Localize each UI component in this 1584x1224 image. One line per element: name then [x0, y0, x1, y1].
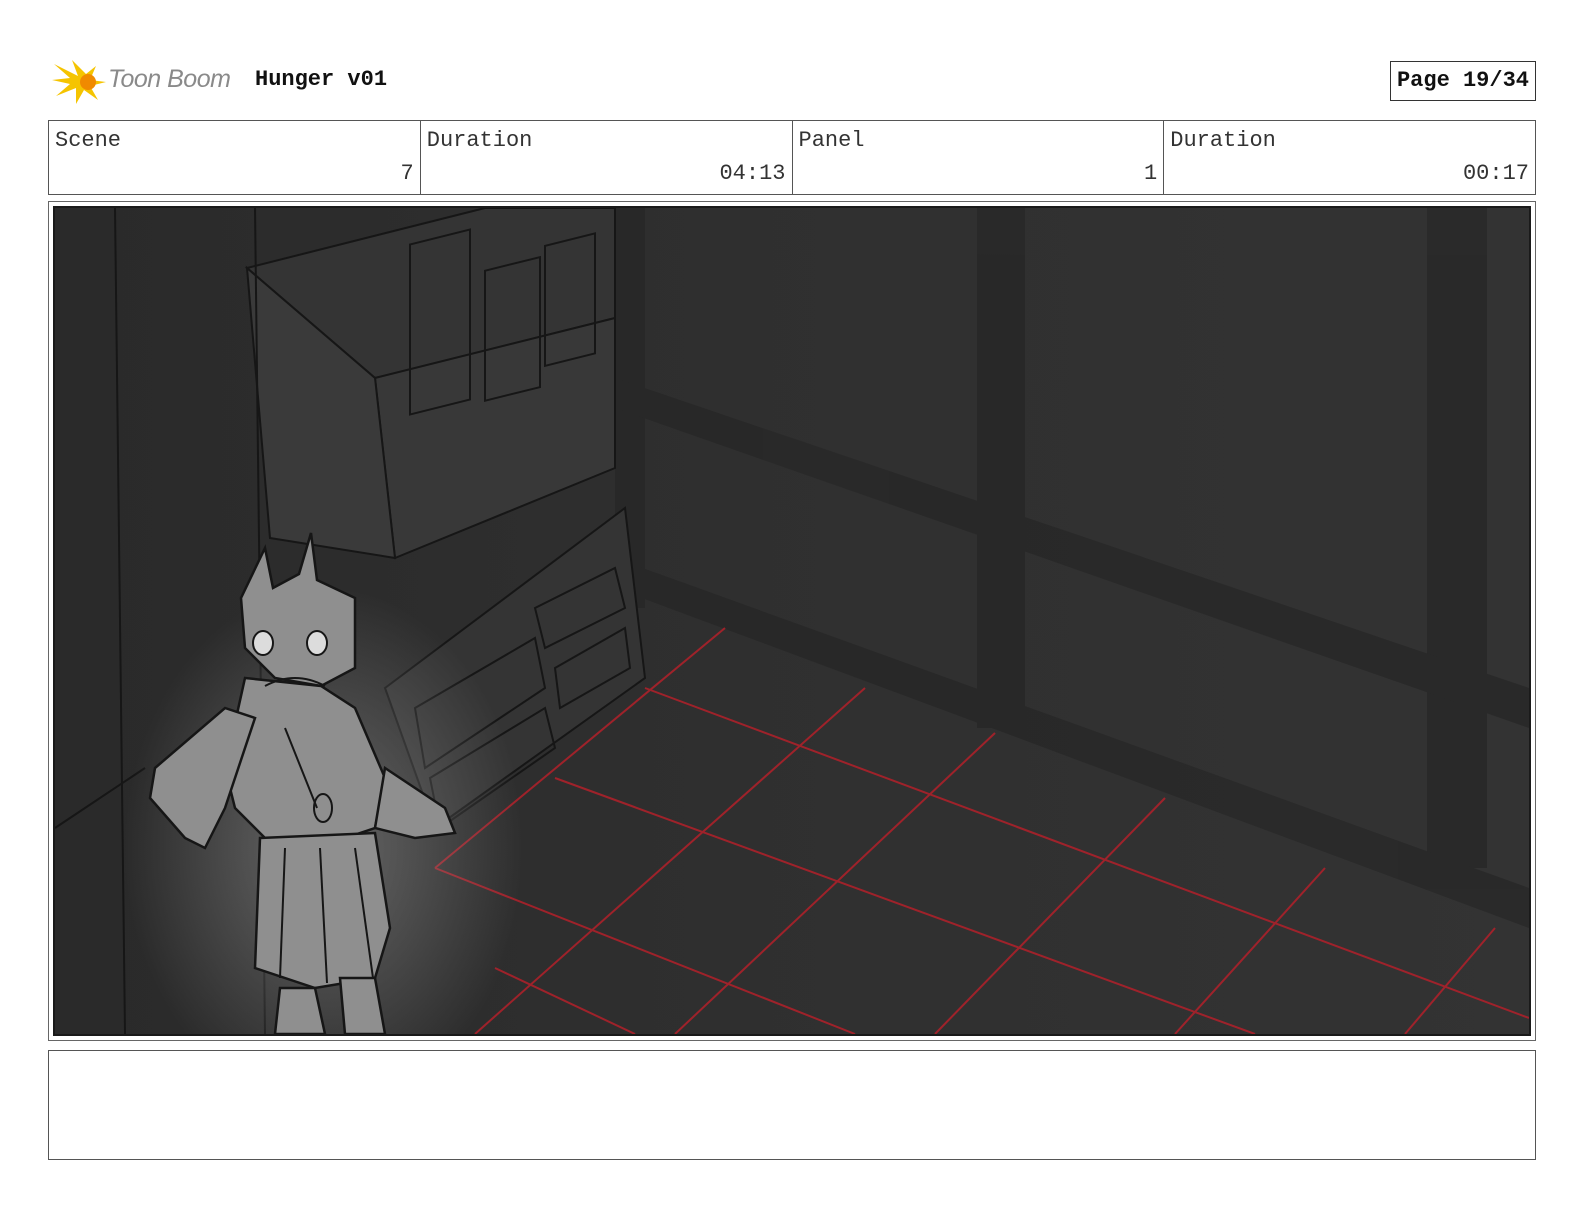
panel-duration-label: Duration	[1170, 128, 1276, 153]
panel-duration-cell: Duration 00:17	[1163, 121, 1535, 194]
panel-notes-box	[48, 1050, 1536, 1160]
scene-duration-cell: Duration 04:13	[419, 121, 792, 194]
page-header: Toon Boom Hunger v01 Page 19/34	[48, 56, 1536, 106]
page-indicator: Page 19/34	[1389, 61, 1536, 101]
storyboard-sketch	[53, 206, 1531, 1036]
scene-label: Scene	[55, 128, 122, 153]
scene-duration-value: 04:13	[719, 161, 786, 186]
sketch-drawing	[55, 208, 1529, 1034]
toon-boom-logo: Toon Boom	[52, 56, 242, 106]
panel-value: 1	[1144, 161, 1158, 186]
scene-duration-label: Duration	[426, 128, 533, 153]
scene-cell: Scene 7	[49, 121, 420, 194]
logo-wordmark: Toon Boom	[108, 65, 231, 93]
scene-info-table: Scene 7 Duration 04:13 Panel 1 Duration …	[48, 120, 1536, 195]
panel-cell: Panel 1	[791, 121, 1164, 194]
project-title: Hunger v01	[255, 67, 388, 92]
starburst-icon	[52, 60, 106, 104]
scene-value: 7	[400, 161, 414, 186]
panel-duration-value: 00:17	[1462, 161, 1529, 186]
storyboard-panel-frame	[48, 201, 1536, 1041]
panel-label: Panel	[798, 128, 865, 153]
